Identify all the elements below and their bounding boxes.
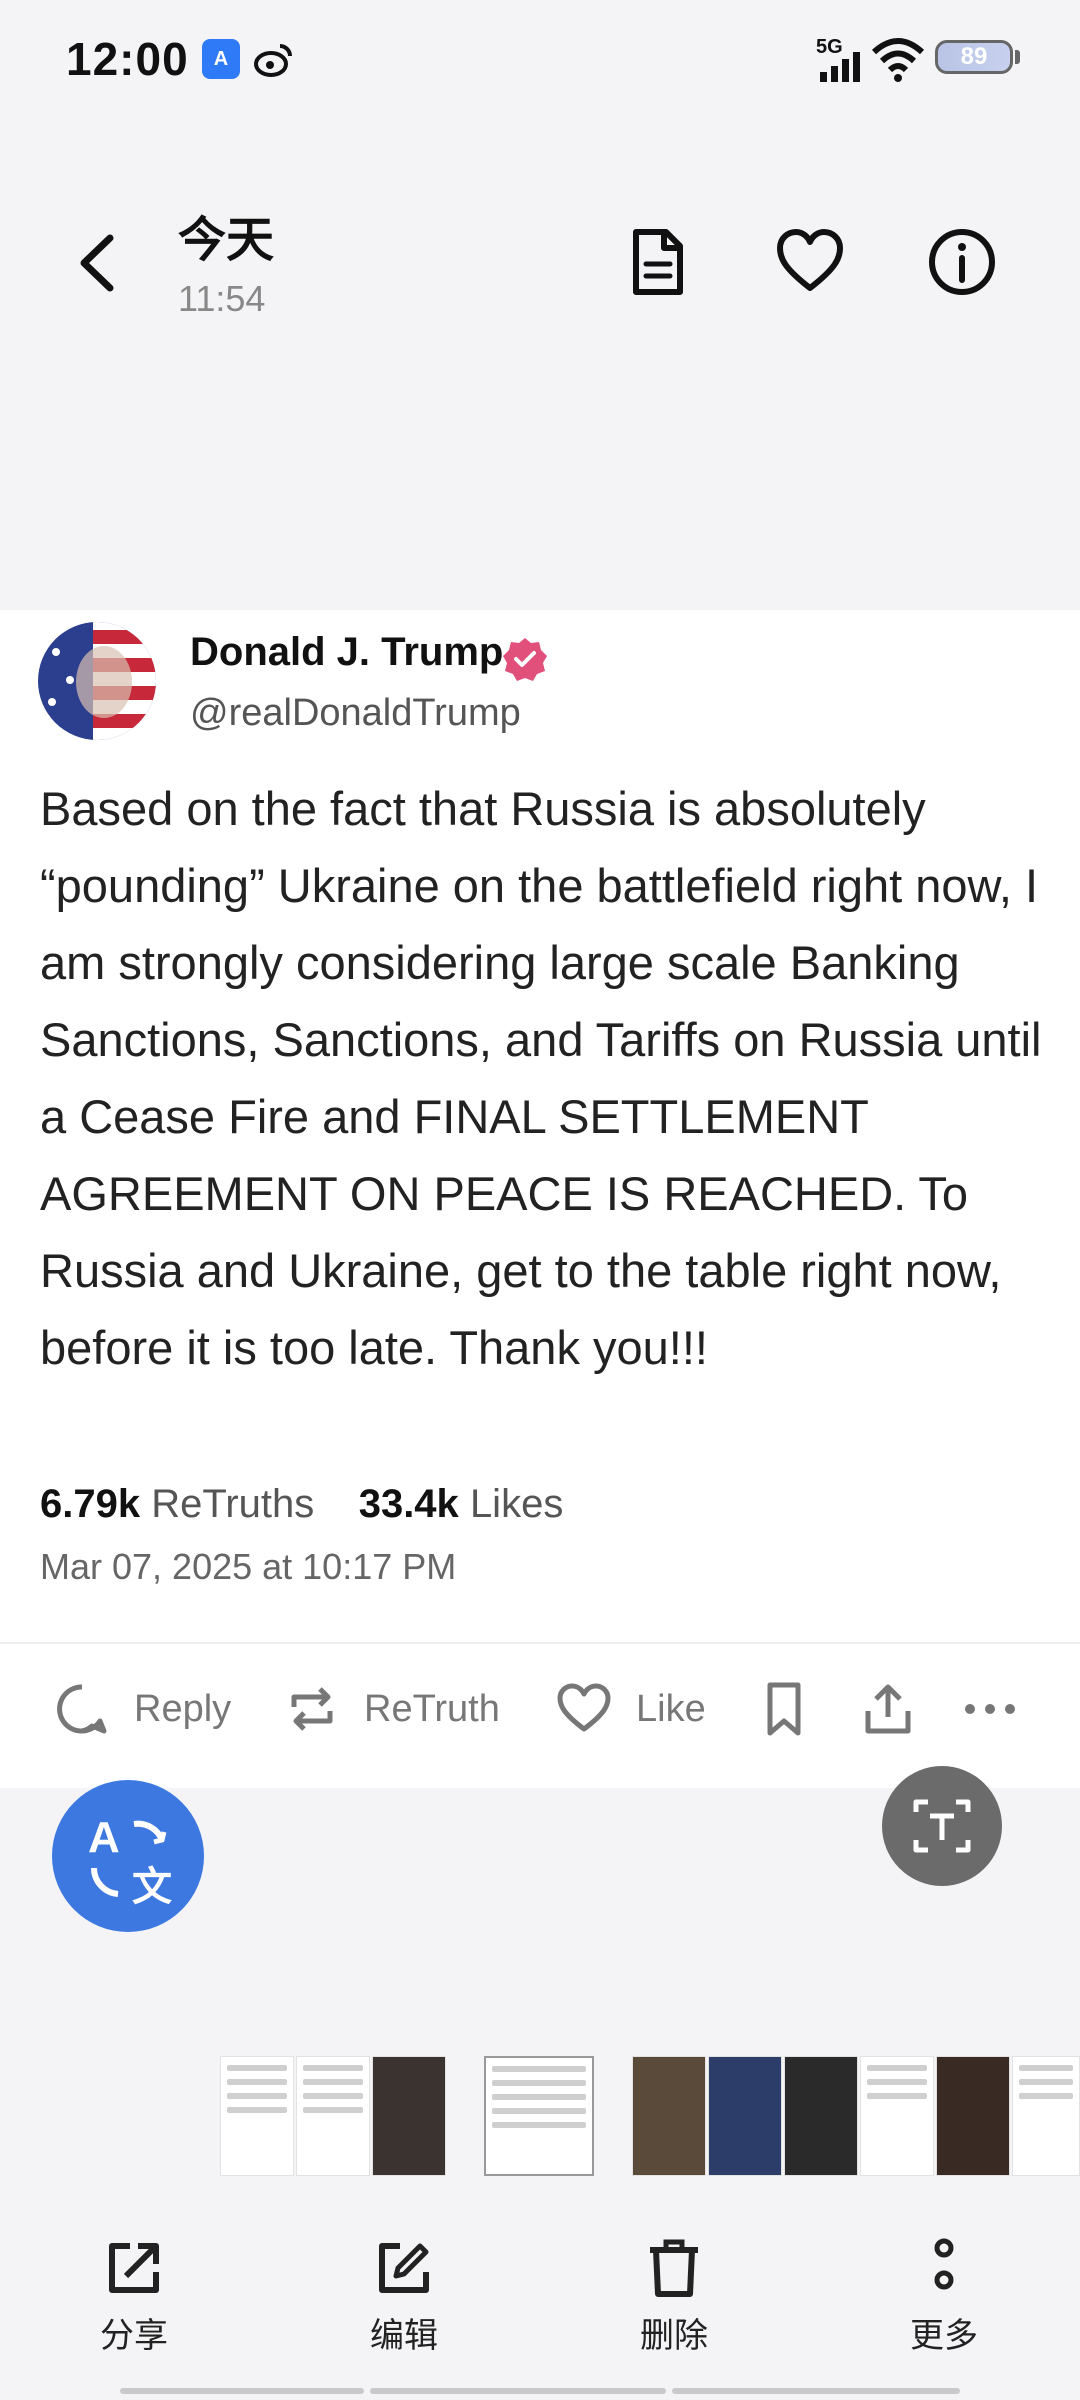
- retruths-label: ReTruths: [151, 1482, 315, 1526]
- weibo-icon: [254, 44, 292, 77]
- scroll-indicator: [370, 2388, 666, 2394]
- trash-icon: [650, 2239, 698, 2297]
- retruth-icon: [291, 1687, 333, 1731]
- likes-label: Likes: [469, 1482, 564, 1526]
- delete-button[interactable]: 删除: [604, 2236, 744, 2357]
- share-icon: [109, 2243, 159, 2293]
- share-label: 分享: [100, 2317, 168, 2355]
- edit-label: 编辑: [370, 2317, 438, 2355]
- wifi-icon: [872, 38, 924, 82]
- retruth-label: ReTruth: [364, 1687, 500, 1730]
- author-handle[interactable]: @realDonaldTrump: [190, 692, 521, 735]
- bookmark-icon: [767, 1682, 801, 1736]
- text-scan-fab[interactable]: [882, 1766, 1002, 1886]
- heart-icon[interactable]: [774, 226, 846, 298]
- thumbnail[interactable]: [936, 2056, 1010, 2176]
- status-bar: 12:00 A 5G 89: [0, 0, 1080, 120]
- scroll-indicator: [672, 2388, 960, 2394]
- more-label: 更多: [910, 2317, 978, 2355]
- verified-badge-icon: [503, 638, 547, 681]
- signal-icon: [820, 52, 860, 82]
- page-subtitle-time: 11:54: [178, 278, 266, 319]
- author-name[interactable]: Donald J. Trump: [190, 630, 503, 675]
- battery-level: 89: [960, 43, 988, 70]
- bookmark-button[interactable]: [756, 1676, 836, 1742]
- page-title: 今天: [178, 214, 275, 267]
- thumbnail[interactable]: [708, 2056, 782, 2176]
- reply-icon: [57, 1684, 107, 1734]
- translate-fab[interactable]: A 文: [52, 1780, 204, 1932]
- edit-icon: [379, 2243, 429, 2293]
- info-icon[interactable]: [926, 226, 998, 298]
- thumbnail[interactable]: [784, 2056, 858, 2176]
- retruth-button[interactable]: ReTruth: [284, 1676, 500, 1742]
- svg-text:A: A: [88, 1813, 120, 1862]
- like-heart-icon: [557, 1683, 611, 1732]
- post-stats: 6.79k ReTruths 33.4k Likes: [40, 1482, 563, 1527]
- thumbnail[interactable]: [372, 2056, 446, 2176]
- scan-text-icon: [913, 1799, 971, 1853]
- translate-app-icon: A: [202, 39, 240, 79]
- battery-nub: [1015, 50, 1020, 64]
- scroll-indicator: [120, 2388, 364, 2394]
- share-upload-icon: [865, 1684, 911, 1734]
- like-button[interactable]: Like: [556, 1676, 706, 1742]
- status-time: 12:00: [66, 33, 189, 85]
- avatar[interactable]: [38, 622, 156, 740]
- share-button[interactable]: 分享: [64, 2236, 204, 2357]
- retruths-count: 6.79k: [40, 1482, 141, 1526]
- avatar-flag-portrait: [38, 622, 156, 740]
- more-vertical-icon: [934, 2238, 954, 2290]
- post-timestamp: Mar 07, 2025 at 10:17 PM: [40, 1546, 457, 1587]
- thumbnail[interactable]: [296, 2056, 370, 2176]
- ellipsis-icon: [965, 1704, 1015, 1714]
- thumbnail[interactable]: [860, 2056, 934, 2176]
- battery-indicator: 89: [935, 40, 1013, 74]
- divider: [0, 1642, 1080, 1644]
- thumbnail[interactable]: [1012, 2056, 1080, 2176]
- thumbnail-selected[interactable]: [484, 2056, 594, 2176]
- document-icon[interactable]: [622, 226, 694, 298]
- svg-text:文: 文: [132, 1864, 172, 1910]
- more-options-button[interactable]: [962, 1676, 1042, 1742]
- back-icon[interactable]: [70, 230, 130, 296]
- share-post-button[interactable]: [860, 1676, 940, 1742]
- reply-button[interactable]: Reply: [54, 1676, 231, 1742]
- post-text: Based on the fact that Russia is absolut…: [40, 782, 1042, 1374]
- thumbnail[interactable]: [220, 2056, 294, 2176]
- thumbnail[interactable]: [632, 2056, 706, 2176]
- translate-icon: A 文: [88, 1813, 172, 1910]
- reply-label: Reply: [134, 1687, 232, 1730]
- like-label: Like: [636, 1687, 706, 1730]
- edit-button[interactable]: 编辑: [334, 2236, 474, 2357]
- likes-count: 33.4k: [358, 1482, 459, 1526]
- delete-label: 删除: [640, 2317, 708, 2355]
- more-button[interactable]: 更多: [874, 2236, 1014, 2357]
